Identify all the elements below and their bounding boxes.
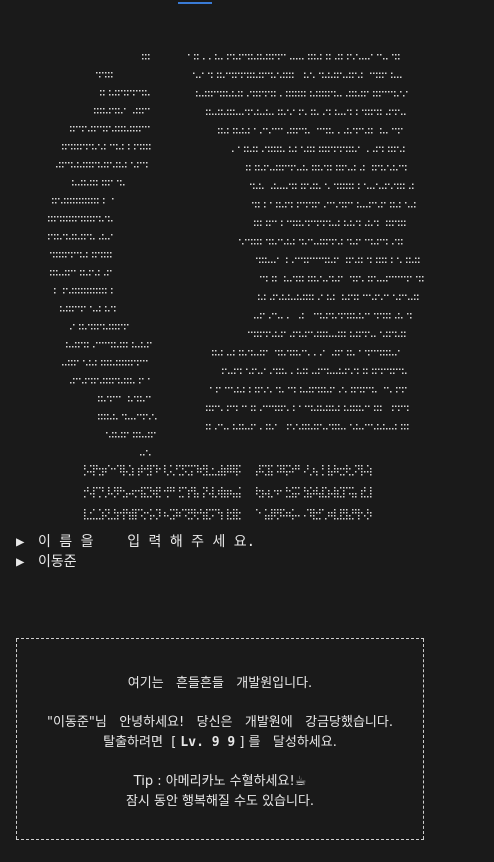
target-level: Lv. 9 9	[180, 735, 236, 750]
name-input-line[interactable]: ▶ 이동준	[16, 553, 77, 571]
goal-prefix: 탈출하려면 [	[103, 735, 181, 750]
play-arrow-icon: ▶	[16, 554, 25, 570]
welcome-line: 여기는 흔들흔들 개발원입니다.	[127, 676, 313, 691]
play-arrow-icon: ▶	[16, 534, 25, 550]
tip-line: Tip : 아메리카노 수혈하세요!☕	[133, 774, 307, 789]
name-prompt-text: 이 름 을 입 력 해 주 세 요.	[38, 534, 256, 550]
active-tab-indicator	[178, 2, 212, 4]
entered-name[interactable]: 이동준	[38, 554, 77, 570]
greeting-line: "이동준"님 안녕하세요! 당신은 개발원에 강금당했습니다.	[47, 715, 393, 730]
welcome-message-box: 여기는 흔들흔들 개발원입니다. "이동준"님 안녕하세요! 당신은 개발원에 …	[16, 638, 424, 840]
name-prompt-line: ▶ 이 름 을 입 력 해 주 세 요.	[16, 533, 255, 551]
goal-suffix: ] 를 달성하세요.	[235, 735, 337, 750]
ascii-art-banner	[48, 54, 424, 520]
goal-line: 탈출하려면 [ Lv. 9 9 ] 를 달성하세요.	[16, 735, 424, 751]
tip-subline: 잠시 동안 행복해질 수도 있습니다.	[125, 794, 315, 809]
